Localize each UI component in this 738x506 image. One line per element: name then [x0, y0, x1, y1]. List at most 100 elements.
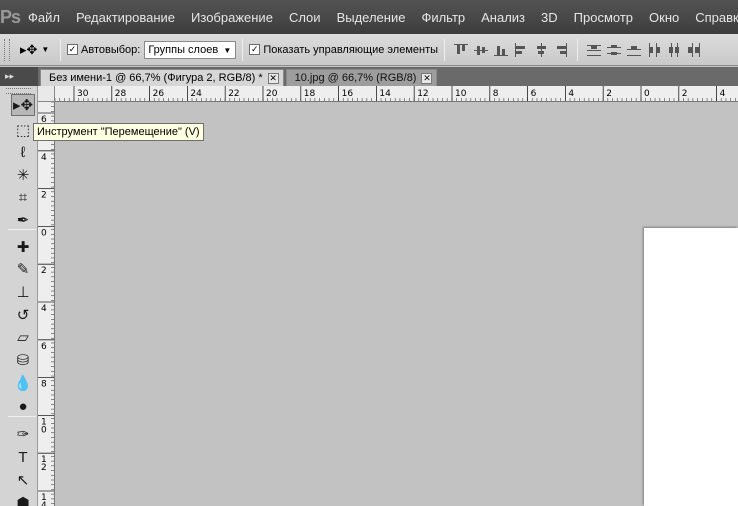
menu-image[interactable]: Изображение: [183, 10, 281, 25]
canvas-pasteboard[interactable]: [56, 103, 738, 506]
ruler-label: 2: [682, 89, 688, 99]
ruler-label: 8: [41, 380, 47, 390]
ruler-label: 0: [41, 425, 47, 435]
document-tab-active[interactable]: Без имени-1 @ 66,7% (Фигура 2, RGB/8) * …: [40, 69, 284, 86]
autoselect-mode-value: Группы слоев: [148, 43, 219, 56]
menu-window[interactable]: Окно: [641, 10, 687, 25]
horizontal-ruler[interactable]: 30 28 26 24 22 20 18 16 14 12 10 8 6 4 2 0 2 4: [55, 86, 738, 102]
shape-tool-icon[interactable]: ⬢: [11, 492, 35, 506]
clone-stamp-tool-icon[interactable]: ⊥: [11, 281, 35, 303]
ruler-label: 2: [606, 89, 612, 99]
blur-tool-icon[interactable]: 💧: [11, 372, 35, 394]
collapse-panels-toggle[interactable]: ▸▸: [0, 67, 38, 86]
ruler-label: 18: [304, 89, 316, 99]
autoselect-label: Автовыбор:: [81, 43, 141, 56]
chevron-down-icon: ▼: [41, 45, 50, 54]
align-bottom-edges-icon[interactable]: [494, 43, 509, 57]
distribute-top-icon[interactable]: [587, 43, 602, 57]
toolbox: ▸✥ ⬚ ℓ ✳ ⌗ ✒ ✚ ✎ ⊥ ↺ ▱ ⛁ 💧 ● ✑ T ↖ ⬢: [0, 86, 38, 506]
type-tool-icon[interactable]: T: [11, 446, 35, 468]
align-right-edges-icon[interactable]: [554, 42, 568, 57]
ruler-label: 10: [455, 89, 467, 99]
toolbox-divider: [8, 229, 36, 230]
healing-brush-tool-icon[interactable]: ✚: [11, 236, 35, 258]
ruler-label: 4: [41, 153, 47, 163]
menu-select[interactable]: Выделение: [329, 10, 414, 25]
crop-tool-icon[interactable]: ⌗: [11, 186, 35, 208]
path-selection-tool-icon[interactable]: ↖: [11, 469, 35, 491]
autoselect-mode-select[interactable]: Группы слоев ▼: [144, 40, 237, 59]
ruler-label: 4: [568, 89, 574, 99]
show-transform-checkbox[interactable]: ✓: [249, 44, 261, 55]
eyedropper-tool-icon[interactable]: ✒: [11, 209, 35, 231]
distribute-vertical-centers-icon[interactable]: [607, 43, 622, 57]
distribute-horizontal-centers-icon[interactable]: [667, 42, 681, 57]
ruler-label: 16: [342, 89, 354, 99]
history-brush-tool-icon[interactable]: ↺: [11, 304, 35, 326]
menu-bar: Ps Файл Редактирование Изображение Слои …: [0, 0, 738, 34]
chevron-down-icon: ▼: [223, 45, 232, 55]
eraser-tool-icon[interactable]: ▱: [11, 326, 35, 348]
ruler-label: 4: [720, 89, 726, 99]
distribute-bottom-icon[interactable]: [627, 43, 642, 57]
ruler-label: 12: [417, 89, 428, 99]
menu-analysis[interactable]: Анализ: [473, 10, 533, 25]
document-canvas[interactable]: [644, 228, 738, 506]
ruler-label: 4: [41, 304, 47, 314]
ruler-label: 14: [379, 89, 391, 99]
align-horizontal-centers-icon[interactable]: [534, 42, 548, 57]
marquee-tool-icon[interactable]: ⬚: [11, 119, 35, 141]
toolbox-divider: [8, 416, 36, 417]
close-icon[interactable]: ✕: [421, 72, 433, 84]
menu-view[interactable]: Просмотр: [566, 10, 641, 25]
move-tool-icon[interactable]: ▸✥: [11, 94, 35, 116]
ruler-label: 0: [644, 89, 650, 99]
ruler-label: 6: [41, 342, 47, 352]
vertical-ruler[interactable]: 64202468101214: [38, 102, 55, 506]
dodge-tool-icon[interactable]: ●: [11, 395, 35, 417]
tool-tooltip: Инструмент "Перемещение" (V): [33, 123, 204, 141]
show-transform-label: Показать управляющие элементы: [263, 43, 439, 56]
distribute-left-icon[interactable]: [647, 42, 661, 57]
ruler-label: 8: [493, 89, 499, 99]
document-tab[interactable]: 10.jpg @ 66,7% (RGB/8) ✕: [285, 69, 438, 86]
divider: [444, 38, 446, 61]
ruler-label: 24: [190, 89, 202, 99]
ruler-label: 2: [41, 266, 47, 276]
distribute-right-icon[interactable]: [687, 42, 701, 57]
divider: [242, 38, 244, 61]
ruler-label: 22: [228, 89, 239, 99]
ruler-origin[interactable]: [38, 86, 55, 102]
document-tab-label: 10.jpg @ 66,7% (RGB/8): [294, 72, 417, 84]
ruler-label: 4: [41, 501, 47, 506]
menu-help[interactable]: Справка: [687, 10, 738, 25]
ruler-label: 6: [531, 89, 537, 99]
ruler-label: 2: [41, 463, 47, 473]
ruler-label: 28: [115, 89, 127, 99]
lasso-tool-icon[interactable]: ℓ: [11, 141, 35, 163]
ruler-label: 20: [266, 89, 278, 99]
align-vertical-centers-icon[interactable]: [474, 43, 489, 57]
menu-filter[interactable]: Фильтр: [413, 10, 473, 25]
divider: [577, 38, 579, 61]
magic-wand-tool-icon[interactable]: ✳: [11, 164, 35, 186]
menu-edit[interactable]: Редактирование: [68, 10, 183, 25]
align-left-edges-icon[interactable]: [514, 42, 528, 57]
paint-bucket-tool-icon[interactable]: ⛁: [11, 349, 35, 371]
menu-file[interactable]: Файл: [20, 10, 68, 25]
document-tabs-bar: ▸▸ Без имени-1 @ 66,7% (Фигура 2, RGB/8)…: [0, 67, 738, 86]
divider: [60, 38, 61, 61]
ruler-label: 2: [41, 191, 47, 201]
autoselect-checkbox[interactable]: ✓: [67, 44, 78, 55]
menu-3d[interactable]: 3D: [533, 10, 566, 25]
pen-tool-icon[interactable]: ✑: [11, 423, 35, 445]
document-tab-label: Без имени-1 @ 66,7% (Фигура 2, RGB/8) *: [49, 72, 263, 84]
photoshop-logo[interactable]: Ps: [0, 0, 21, 34]
close-icon[interactable]: ✕: [267, 72, 279, 84]
options-bar-grip[interactable]: [4, 38, 10, 61]
menu-layer[interactable]: Слои: [281, 10, 329, 25]
brush-tool-icon[interactable]: ✎: [11, 258, 35, 280]
ruler-label: 0: [41, 228, 47, 238]
tool-preset-picker[interactable]: ▸✥ ▼: [20, 42, 54, 58]
align-top-edges-icon[interactable]: [454, 43, 469, 57]
